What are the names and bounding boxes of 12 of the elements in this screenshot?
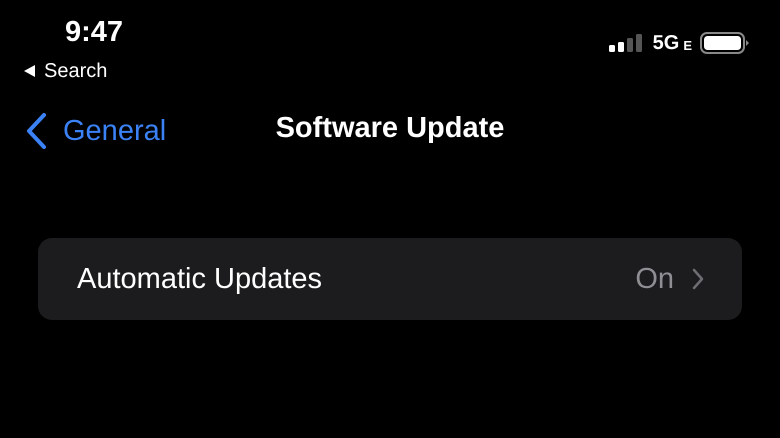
network-label: 5G bbox=[652, 32, 680, 54]
signal-icon bbox=[608, 34, 645, 52]
status-time: 9:47 bbox=[65, 15, 124, 50]
back-triangle-icon bbox=[22, 64, 36, 78]
page-title: Software Update bbox=[276, 112, 504, 145]
chevron-right-icon bbox=[692, 268, 704, 290]
battery-icon bbox=[700, 32, 750, 54]
back-button[interactable]: General bbox=[25, 113, 166, 149]
chevron-left-icon bbox=[25, 113, 47, 149]
network-sublabel: E bbox=[683, 38, 692, 52]
back-to-app-link[interactable]: Search bbox=[22, 58, 108, 84]
settings-row[interactable]: Automatic Updates On bbox=[38, 238, 742, 320]
